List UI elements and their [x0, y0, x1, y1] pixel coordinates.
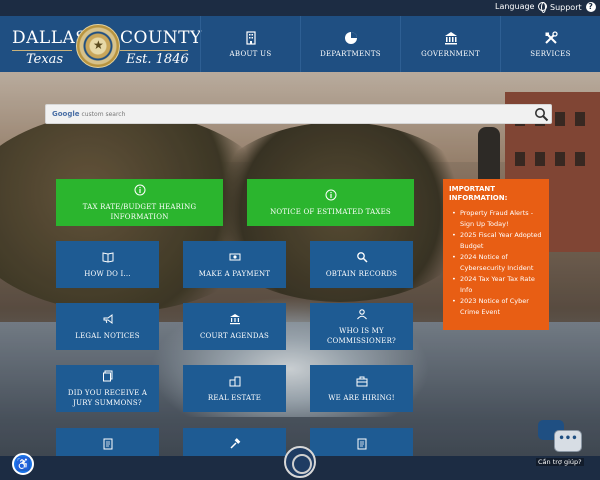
courthouse-icon: [229, 313, 240, 324]
language-label: Language: [495, 2, 535, 11]
tile-label: TAX RATE/BUDGET HEARING INFORMATION: [82, 202, 197, 221]
document-icon: [357, 438, 366, 450]
footer-seal-icon[interactable]: [284, 446, 316, 478]
info-icon: [134, 184, 145, 195]
nav-services[interactable]: SERVICES: [500, 16, 600, 72]
info-link[interactable]: 2023 Notice of Cyber Crime Event: [449, 296, 543, 318]
estimated-taxes-button[interactable]: NOTICE OF ESTIMATED TAXES: [247, 179, 414, 226]
obtain-records-button[interactable]: OBTAIN RECORDS: [310, 241, 413, 288]
document-icon: [103, 438, 112, 450]
accessibility-icon[interactable]: ♿: [12, 453, 34, 475]
info-link[interactable]: Property Fraud Alerts - Sign Up Today!: [449, 208, 543, 230]
chat-widget[interactable]: ••• Cần trợ giúp?: [536, 418, 588, 474]
briefcase-icon: [356, 376, 367, 386]
tile-label: NOTICE OF ESTIMATED TAXES: [270, 207, 391, 216]
county-logo[interactable]: DALLAS COUNTY Texas Est. 1846 ★: [10, 22, 201, 68]
building-icon: [245, 30, 256, 45]
book-icon: [102, 251, 113, 263]
tile-label: COURT AGENDAS: [200, 331, 269, 340]
tile-row4-3[interactable]: [310, 428, 413, 456]
important-information-panel: IMPORTANT INFORMATION: Property Fraud Al…: [443, 179, 549, 330]
tile-row4-2[interactable]: [183, 428, 286, 456]
we-are-hiring-button[interactable]: WE ARE HIRING!: [310, 365, 413, 412]
info-icon: [325, 189, 336, 200]
person-icon: [356, 308, 367, 319]
info-link[interactable]: 2024 Tax Year Tax Rate Info: [449, 274, 543, 296]
nav-label: GOVERNMENT: [421, 49, 480, 58]
chat-dots-icon: •••: [554, 430, 582, 452]
how-do-i-button[interactable]: HOW DO I...: [56, 241, 159, 288]
search-icon[interactable]: [534, 107, 549, 122]
tools-icon: [544, 30, 558, 44]
support-link[interactable]: Support ?: [550, 2, 596, 12]
search-input[interactable]: Google custom search: [45, 104, 552, 124]
nav-departments[interactable]: DEPARTMENTS: [300, 16, 400, 72]
tax-rate-hearing-button[interactable]: TAX RATE/BUDGET HEARING INFORMATION: [56, 179, 223, 226]
tile-label: DID YOU RECEIVE A JURY SUMMONS?: [67, 388, 148, 407]
search-placeholder: Google custom search: [52, 110, 126, 118]
money-icon: [229, 253, 240, 260]
jury-summons-button[interactable]: DID YOU RECEIVE A JURY SUMMONS?: [56, 365, 159, 412]
help-icon: ?: [585, 2, 596, 12]
site-header: DALLAS COUNTY Texas Est. 1846 ★ ABOUT US…: [0, 16, 600, 72]
nav-government[interactable]: GOVERNMENT: [400, 16, 500, 72]
nav-label: ABOUT US: [229, 49, 272, 58]
info-link[interactable]: 2025 Fiscal Year Adopted Budget: [449, 230, 543, 252]
buildings-icon: [229, 376, 240, 386]
commissioner-button[interactable]: WHO IS MY COMMISSIONER?: [310, 303, 413, 350]
utility-bar: Language Support ?: [0, 0, 600, 16]
tile-label: OBTAIN RECORDS: [325, 269, 398, 278]
logo-sub-left: Texas: [26, 52, 64, 67]
tile-label: LEGAL NOTICES: [75, 331, 140, 340]
tile-label: WE ARE HIRING!: [328, 393, 395, 402]
gavel-icon: [229, 438, 240, 449]
nav-about-us[interactable]: ABOUT US: [200, 16, 300, 72]
magnifier-icon: [356, 251, 368, 263]
legal-notices-button[interactable]: LEGAL NOTICES: [56, 303, 159, 350]
court-agendas-button[interactable]: COURT AGENDAS: [183, 303, 286, 350]
tile-label: MAKE A PAYMENT: [198, 269, 271, 278]
language-selector[interactable]: Language: [495, 2, 548, 13]
tile-row4-1[interactable]: [56, 428, 159, 456]
megaphone-icon: [103, 313, 112, 324]
nav-label: SERVICES: [530, 49, 571, 58]
chat-label: Cần trợ giúp?: [536, 458, 584, 466]
globe-icon: [538, 2, 548, 13]
pie-chart-icon: [344, 31, 357, 44]
tile-label: REAL ESTATE: [207, 393, 262, 402]
documents-icon: [102, 370, 112, 381]
info-link[interactable]: 2024 Notice of Cybersecurity Incident: [449, 252, 543, 274]
capitol-icon: [444, 31, 457, 44]
support-label: Support: [550, 2, 582, 12]
county-seal-icon: ★: [76, 24, 120, 68]
real-estate-button[interactable]: REAL ESTATE: [183, 365, 286, 412]
nav-label: DEPARTMENTS: [320, 49, 381, 58]
tile-label: WHO IS MY COMMISSIONER?: [326, 326, 397, 345]
make-payment-button[interactable]: MAKE A PAYMENT: [183, 241, 286, 288]
main-navigation: ABOUT US DEPARTMENTS GOVERNMENT SERVICES: [200, 16, 600, 72]
info-title: IMPORTANT INFORMATION:: [449, 185, 508, 202]
tile-label: HOW DO I...: [84, 269, 131, 278]
info-list: Property Fraud Alerts - Sign Up Today! 2…: [449, 208, 543, 318]
logo-sub-right: Est. 1846: [126, 52, 189, 67]
logo-word-right: COUNTY: [120, 28, 202, 48]
